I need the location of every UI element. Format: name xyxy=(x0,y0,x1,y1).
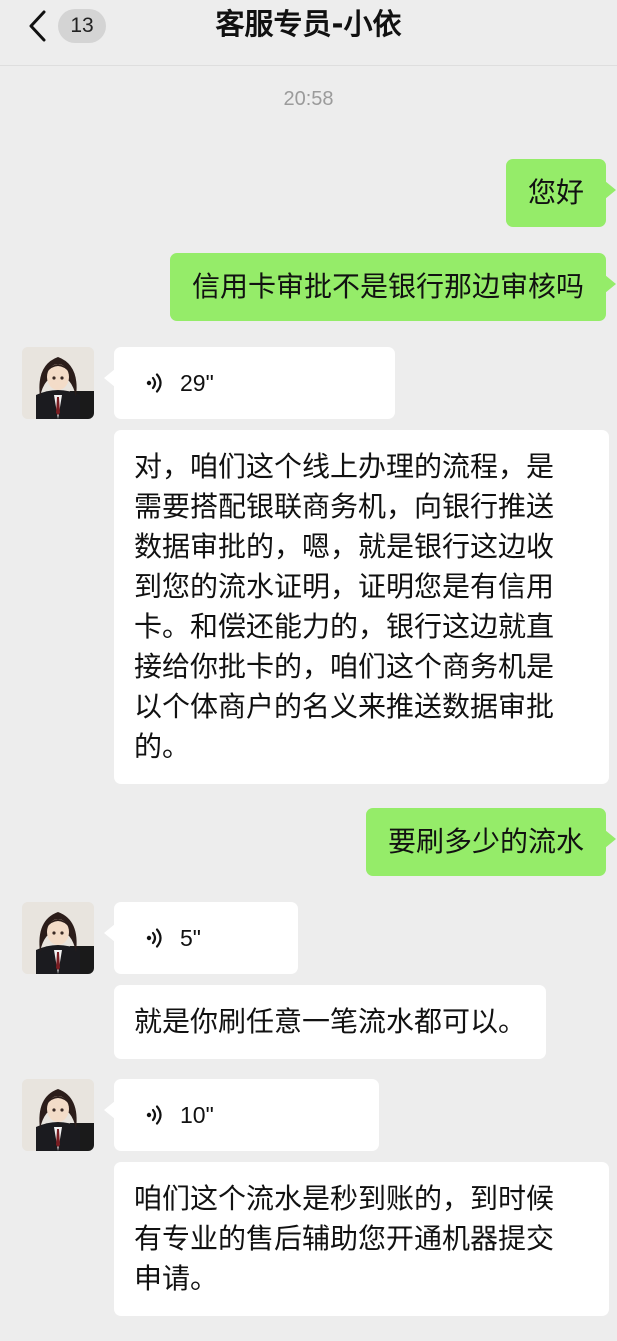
incoming-text-message[interactable]: 就是你刷任意一笔流水都可以。 xyxy=(114,985,547,1059)
message-line: 咱们这个流水是秒到账的，到时候 xyxy=(134,1182,555,1215)
incoming-voice-message[interactable]: 29" xyxy=(104,347,395,419)
incoming-text-message[interactable]: 对，咱们这个线上办理的流程，是 需要搭配银联商务机，向银行推送 数据审批的，嗯，… xyxy=(114,430,609,784)
voice-wave-icon xyxy=(146,1105,162,1125)
message-line: 的。 xyxy=(134,730,191,763)
message-text: 信用卡审批不是银行那边审核吗 xyxy=(191,270,584,303)
voice-play-button[interactable]: 10" xyxy=(114,1079,379,1151)
chat-header: 13 客服专员-小依 xyxy=(0,0,617,66)
agent-avatar[interactable] xyxy=(22,1079,94,1151)
chat-message-list[interactable]: 20:58 您好 信用卡审批不是银行那边审核吗 29" 对，咱们这个线上办理的流… xyxy=(0,66,617,1341)
incoming-voice-message[interactable]: 5" xyxy=(104,902,298,974)
voice-play-button[interactable]: 29" xyxy=(114,347,395,419)
outgoing-text-message[interactable]: 信用卡审批不是银行那边审核吗 xyxy=(169,253,617,321)
chat-title: 客服专员-小依 xyxy=(215,7,402,41)
message-line: 对，咱们这个线上办理的流程，是 xyxy=(134,450,555,483)
avatar-image xyxy=(22,347,94,419)
incoming-voice-message[interactable]: 10" xyxy=(104,1079,379,1151)
message-line: 数据审批的，嗯，就是银行这边收 xyxy=(134,530,555,563)
message-timestamp: 20:58 xyxy=(283,88,334,110)
message-line: 需要搭配银联商务机，向银行推送 xyxy=(134,490,555,523)
incoming-text-message[interactable]: 咱们这个流水是秒到账的，到时候 有专业的售后辅助您开通机器提交 申请。 xyxy=(114,1162,609,1316)
outgoing-text-message[interactable]: 要刷多少的流水 xyxy=(365,808,617,876)
agent-avatar[interactable] xyxy=(22,347,94,419)
voice-duration: 29" xyxy=(180,370,214,396)
avatar-image xyxy=(22,902,94,974)
message-line: 接给你批卡的，咱们这个商务机是 xyxy=(134,650,555,683)
message-line: 卡。和偿还能力的，银行这边就直 xyxy=(134,610,555,643)
message-text: 就是你刷任意一笔流水都可以。 xyxy=(134,1005,527,1038)
voice-duration: 10" xyxy=(180,1102,214,1128)
voice-wave-icon xyxy=(146,373,162,393)
message-text: 您好 xyxy=(527,176,584,209)
message-line: 以个体商户的名义来推送数据审批 xyxy=(134,690,555,723)
outgoing-text-message[interactable]: 您好 xyxy=(505,159,617,227)
message-line: 有专业的售后辅助您开通机器提交 xyxy=(134,1222,555,1255)
message-line: 申请。 xyxy=(134,1262,219,1295)
voice-duration: 5" xyxy=(180,925,201,951)
voice-wave-icon xyxy=(146,928,162,948)
message-text: 要刷多少的流水 xyxy=(387,825,584,858)
avatar-image xyxy=(22,1079,94,1151)
message-line: 到您的流水证明，证明您是有信用 xyxy=(134,570,555,603)
agent-avatar[interactable] xyxy=(22,902,94,974)
voice-play-button[interactable]: 5" xyxy=(114,902,298,974)
